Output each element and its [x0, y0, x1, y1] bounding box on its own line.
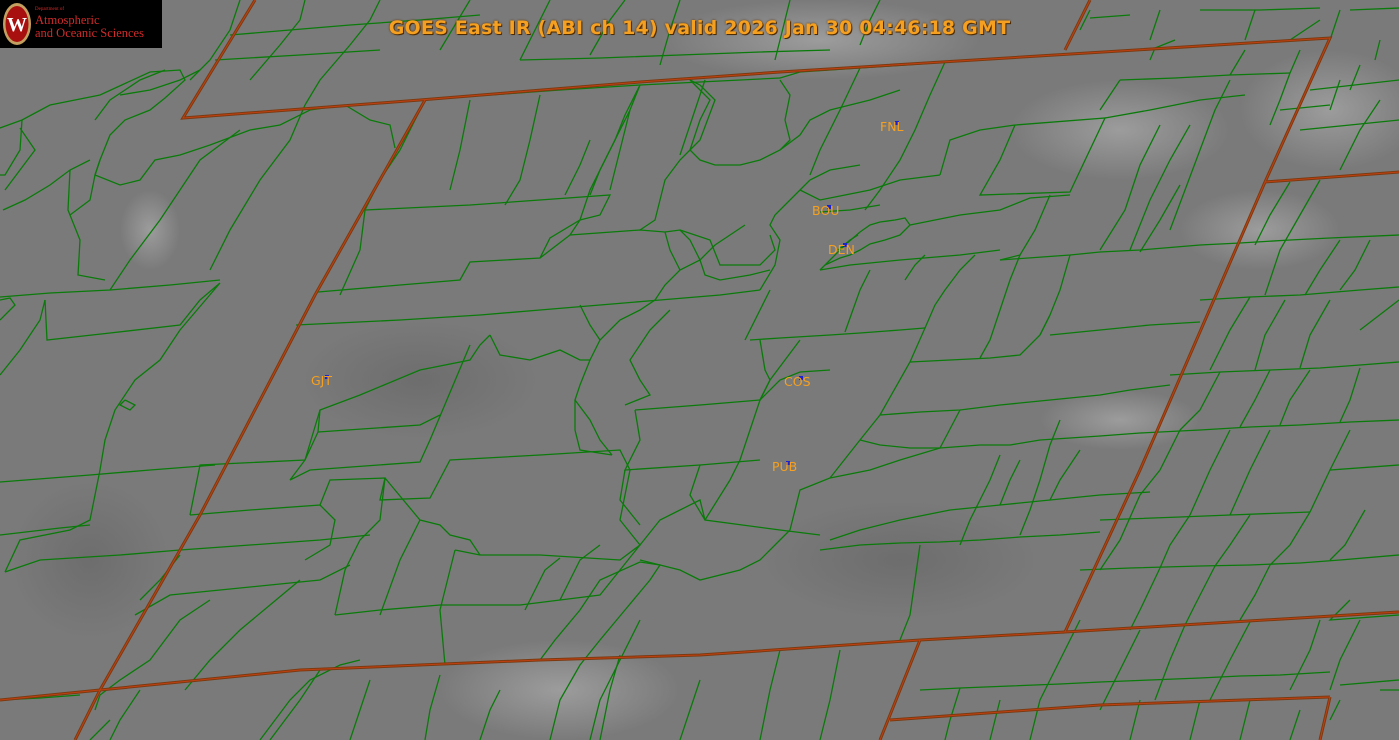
- cloud-patch: [1010, 80, 1230, 180]
- station-label-gjt: GJT: [311, 373, 333, 388]
- dark-patch: [760, 500, 1040, 620]
- ir-imagery-map: [0, 0, 1399, 740]
- dark-patch: [10, 480, 170, 640]
- cloud-patch: [1180, 190, 1340, 270]
- logo-line-2: and Oceanic Sciences: [35, 26, 144, 40]
- uw-crest-icon: W: [3, 3, 31, 45]
- station-label-pub: PUB: [772, 459, 798, 474]
- station-label-cos: COS: [784, 374, 811, 389]
- satellite-map-view: GOES East IR (ABI ch 14) valid 2026 Jan …: [0, 0, 1399, 740]
- station-label-fnl: FNL: [880, 119, 904, 134]
- image-title: GOES East IR (ABI ch 14) valid 2026 Jan …: [388, 17, 1011, 39]
- crest-letter: W: [7, 14, 27, 36]
- station-label-den: DEN: [828, 242, 855, 257]
- cloud-patch: [440, 640, 680, 740]
- dark-patch: [300, 320, 540, 440]
- cloud-patch: [660, 0, 980, 80]
- aos-logo: W Department of Atmospheric and Oceanic …: [0, 0, 162, 48]
- station-label-bou: BOU: [812, 203, 840, 218]
- cloud-patch: [120, 190, 180, 270]
